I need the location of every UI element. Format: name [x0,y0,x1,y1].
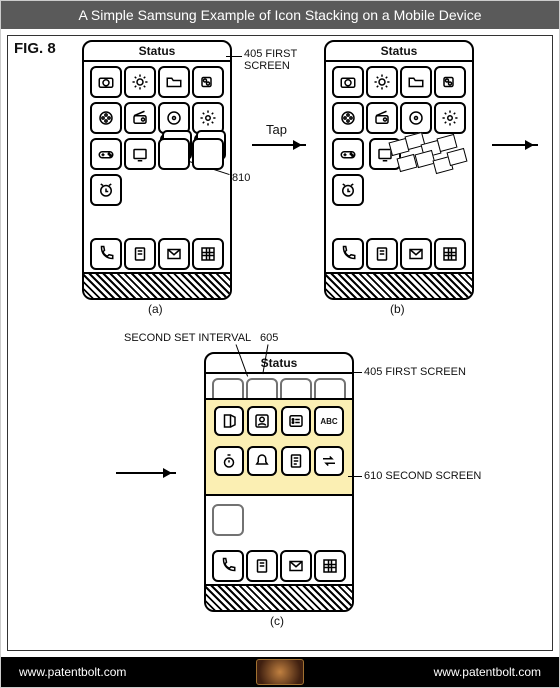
arrow-right-icon [252,144,306,146]
note-icon[interactable] [281,446,311,476]
icon-stack[interactable] [192,138,224,170]
list-icon[interactable] [281,406,311,436]
footer-right: www.patentbolt.com [434,665,541,679]
gear-icon [434,102,466,134]
film-icon [90,102,122,134]
footer: www.patentbolt.com www.patentbolt.com [1,657,559,687]
phone-b: Status [324,40,474,300]
radio-icon [366,102,398,134]
leader-line [348,372,362,373]
second-screen-panel: ABC [204,398,354,496]
grid-icon[interactable] [192,238,224,270]
mail-icon[interactable] [280,550,312,582]
exploded-stack [390,134,470,182]
sublabel-c: (c) [270,614,284,628]
sun-icon [124,66,156,98]
camera-icon [332,66,364,98]
grid-icon[interactable] [314,550,346,582]
mail-icon[interactable] [158,238,190,270]
phone-c: Status ABC [204,352,354,612]
app-grid-a [90,66,224,222]
arrow-right-icon [492,144,538,146]
folder-icon [158,66,190,98]
dock-c [212,550,346,582]
callout-second-set-interval: SECOND SET INTERVAL [124,332,251,344]
sublabel-b: (b) [390,302,405,316]
callout-stack-ref: 810 [232,172,250,184]
callout-605: 605 [260,332,278,344]
book-icon[interactable] [246,550,278,582]
phone-icon[interactable] [212,550,244,582]
hatched-area [206,584,352,610]
tv-icon [124,138,156,170]
hatched-area [326,272,472,298]
abc-icon[interactable]: ABC [314,406,344,436]
status-bar: Status [84,42,230,62]
callout-first-screen-a: 405 FIRST SCREEN [244,48,297,72]
status-bar: Status [206,354,352,374]
leader-line [348,476,362,477]
callout-second-screen: 610 SECOND SCREEN [364,470,481,482]
gamepad-icon [90,138,122,170]
disc-icon [400,102,432,134]
gamepad-icon [212,504,244,536]
arrow-right-icon [116,472,176,474]
gamepad-icon [332,138,364,170]
phone-icon[interactable] [90,238,122,270]
camera-icon [90,66,122,98]
dock-b [332,238,466,270]
video-icon [192,66,224,98]
video-icon [434,66,466,98]
book-icon[interactable] [366,238,398,270]
sun-icon [366,66,398,98]
sublabel-a: (a) [148,302,163,316]
footer-left: www.patentbolt.com [19,665,126,679]
door-icon[interactable] [214,406,244,436]
leader-line [226,56,242,57]
app-grid-c-lower [212,504,346,544]
mail-icon[interactable] [400,238,432,270]
title-bar: A Simple Samsung Example of Icon Stackin… [1,1,559,29]
icon-stack[interactable] [158,138,190,170]
tap-label: Tap [266,124,287,136]
film-icon [332,102,364,134]
book-icon[interactable] [124,238,156,270]
hatched-area [84,272,230,298]
swap-icon[interactable] [314,446,344,476]
alarm-icon [332,174,364,206]
status-bar: Status [326,42,472,62]
callout-first-screen-c: 405 FIRST SCREEN [364,366,466,378]
page: A Simple Samsung Example of Icon Stackin… [0,0,560,688]
phone-a: Status [82,40,232,300]
radio-icon [124,102,156,134]
contact-icon[interactable] [247,406,277,436]
grid-icon[interactable] [434,238,466,270]
phone-icon[interactable] [332,238,364,270]
bell-icon[interactable] [247,446,277,476]
stopwatch-icon[interactable] [214,446,244,476]
folder-icon [400,66,432,98]
figure-canvas: FIG. 8 Status (a) 405 FIRST SCREEN 810 [7,35,553,651]
footer-logo-icon [256,659,304,685]
alarm-icon [90,174,122,206]
dock-a [90,238,224,270]
figure-label: FIG. 8 [14,40,56,57]
